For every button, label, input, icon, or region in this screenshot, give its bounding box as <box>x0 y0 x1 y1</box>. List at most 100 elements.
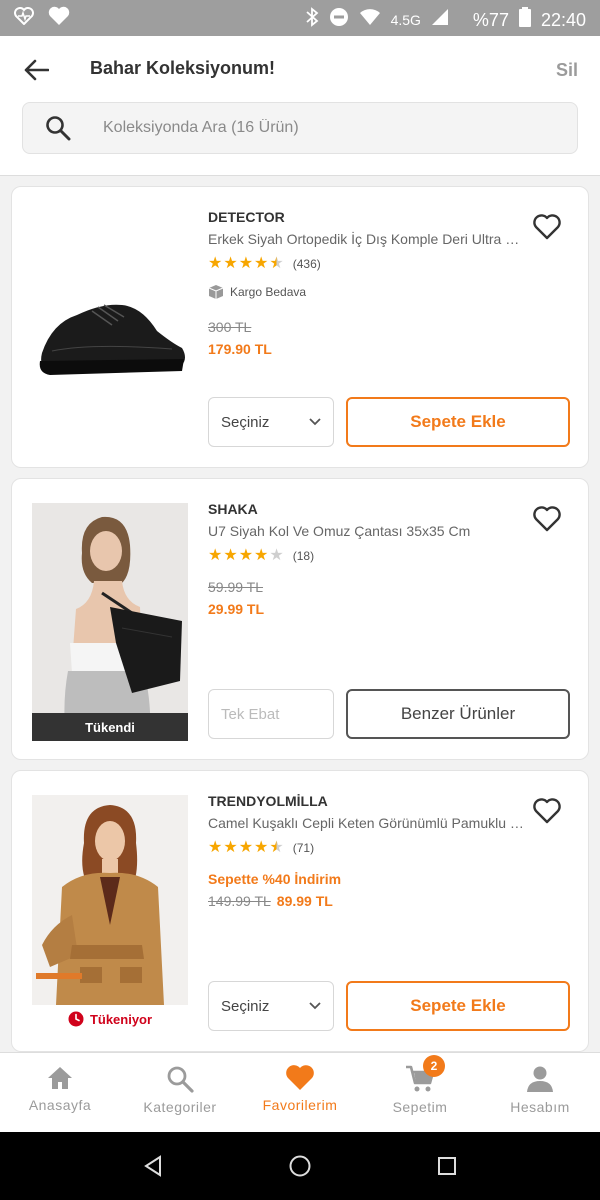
shipping-text: Kargo Bedava <box>230 285 307 299</box>
page-title: Bahar Koleksiyonum! <box>90 58 276 78</box>
nav-item-cart[interactable]: 2 Sepetim <box>360 1053 480 1132</box>
circle-home-icon <box>289 1155 311 1177</box>
system-back-button[interactable] <box>128 1141 178 1191</box>
system-home-button[interactable] <box>275 1141 325 1191</box>
star-icon: ★ <box>254 839 269 856</box>
star-icon: ★ <box>238 255 254 272</box>
system-navigation-bar <box>0 1132 600 1200</box>
low-stock-text: Tükeniyor <box>89 1011 153 1027</box>
app-header: Bahar Koleksiyonum! Sil <box>0 36 600 176</box>
price-block: Sepette %40 İndirim 149.99 TL 89.99 TL <box>208 871 341 909</box>
product-image[interactable] <box>32 203 188 441</box>
price-block: 59.99 TL 29.99 TL <box>208 579 264 617</box>
nav-label: Anasayfa <box>28 1097 92 1113</box>
search-icon <box>23 115 93 141</box>
empty-star-icon: ★ <box>269 547 284 564</box>
star-icon: ★ <box>238 547 254 564</box>
product-image[interactable]: Tükendi <box>32 503 188 741</box>
product-name[interactable]: Erkek Siyah Ortopedik İç Dış Komple Deri… <box>208 231 526 247</box>
heart-outline-icon <box>533 506 561 532</box>
home-icon <box>48 1067 72 1089</box>
cart-count-badge: 2 <box>423 1055 445 1077</box>
star-icon: ★ <box>208 255 223 272</box>
battery-level: %77 <box>472 9 509 30</box>
system-recents-button[interactable] <box>422 1141 472 1191</box>
variant-value: Seçiniz <box>221 413 270 431</box>
back-button[interactable] <box>18 52 54 88</box>
price-block: 300 TL 179.90 TL <box>208 319 272 357</box>
favorite-button[interactable] <box>532 213 562 246</box>
search-icon <box>167 1066 194 1093</box>
battery-icon <box>518 7 531 32</box>
variant-select: Tek Ebat <box>208 689 334 739</box>
nav-item-home[interactable]: Anasayfa <box>0 1053 120 1132</box>
delete-button[interactable]: Sil <box>556 60 578 81</box>
variant-value: Tek Ebat <box>221 705 280 723</box>
star-icon: ★ <box>254 547 269 564</box>
product-card[interactable]: Tükeniyor TRENDYOLMİLLA Camel Kuşaklı Ce… <box>11 770 589 1052</box>
current-price: 29.99 TL <box>208 601 265 617</box>
heart-notification-icon <box>48 6 70 31</box>
add-to-cart-button[interactable]: Sepete Ekle <box>346 397 570 447</box>
sold-out-badge: Tükendi <box>32 713 188 741</box>
star-icon: ★ <box>254 255 269 272</box>
clock-icon <box>68 1011 84 1027</box>
arrow-left-icon <box>24 59 49 81</box>
product-card[interactable]: Tükendi SHAKA U7 Siyah Kol Ve Omuz Çanta… <box>11 478 589 760</box>
product-card[interactable]: DETECTOR Erkek Siyah Ortopedik İç Dış Ko… <box>11 186 589 468</box>
star-icon: ★ <box>208 839 223 856</box>
product-brand: TRENDYOLMİLLA <box>208 793 328 809</box>
star-icon: ★ <box>223 839 238 856</box>
bluetooth-icon <box>305 7 319 32</box>
do-not-disturb-icon <box>329 7 349 32</box>
nav-item-favorites[interactable]: Favorilerim <box>240 1053 360 1132</box>
box-icon <box>208 285 224 299</box>
heart-outline-icon <box>533 798 561 824</box>
current-price: 179.90 TL <box>208 341 272 357</box>
heart-icon <box>286 1065 314 1090</box>
low-stock-badge: Tükeniyor <box>32 1005 188 1033</box>
old-price: 149.99 TL <box>208 893 271 909</box>
wifi-icon <box>359 8 381 31</box>
variant-select[interactable]: Seçiniz <box>208 397 334 447</box>
bottom-navigation: Anasayfa Kategoriler Favorilerim 2 Sepet… <box>0 1052 600 1132</box>
similar-products-button[interactable]: Benzer Ürünler <box>346 689 570 739</box>
network-type: 4.5G <box>390 11 421 28</box>
review-count: (71) <box>292 841 315 855</box>
heart-outline-icon <box>533 214 561 240</box>
review-count: (18) <box>292 549 315 563</box>
star-icon: ★ <box>238 839 254 856</box>
nav-label: Kategoriler <box>143 1099 217 1115</box>
half-star-icon: ★ <box>269 839 284 856</box>
nav-item-account[interactable]: Hesabım <box>480 1053 600 1132</box>
user-icon <box>527 1066 553 1092</box>
rating-stars: ★ ★ ★ ★ ★ (18) <box>208 547 314 565</box>
search-box[interactable] <box>22 102 578 154</box>
triangle-back-icon <box>144 1155 162 1177</box>
promo-text: Sepette %40 İndirim <box>208 871 342 887</box>
old-price: 300 TL <box>208 319 252 335</box>
favorite-button[interactable] <box>532 797 562 830</box>
variant-select[interactable]: Seçiniz <box>208 981 334 1031</box>
chevron-down-icon <box>309 418 321 426</box>
old-price: 59.99 TL <box>208 579 264 595</box>
variant-value: Seçiniz <box>221 997 270 1015</box>
square-recents-icon <box>437 1157 456 1175</box>
free-shipping-label: Kargo Bedava <box>208 285 306 299</box>
favorite-button[interactable] <box>532 505 562 538</box>
review-count: (436) <box>292 257 321 271</box>
clock: 22:40 <box>540 9 586 30</box>
rating-stars: ★ ★ ★ ★ ★ (71) <box>208 839 314 857</box>
add-to-cart-button[interactable]: Sepete Ekle <box>346 981 570 1031</box>
nav-label: Sepetim <box>392 1099 448 1115</box>
product-brand: SHAKA <box>208 501 258 517</box>
signal-icon <box>431 8 449 31</box>
product-name[interactable]: Camel Kuşaklı Cepli Keten Görünümlü Pamu… <box>208 815 526 831</box>
product-name[interactable]: U7 Siyah Kol Ve Omuz Çantası 35x35 Cm <box>208 523 526 539</box>
nav-item-categories[interactable]: Kategoriler <box>120 1053 240 1132</box>
status-bar: 4.5G %77 22:40 <box>0 0 600 36</box>
nav-label: Favorilerim <box>262 1097 338 1113</box>
rating-stars: ★ ★ ★ ★ ★ (436) <box>208 255 321 273</box>
product-image[interactable]: Tükeniyor <box>32 795 188 1033</box>
search-input[interactable] <box>93 119 533 137</box>
